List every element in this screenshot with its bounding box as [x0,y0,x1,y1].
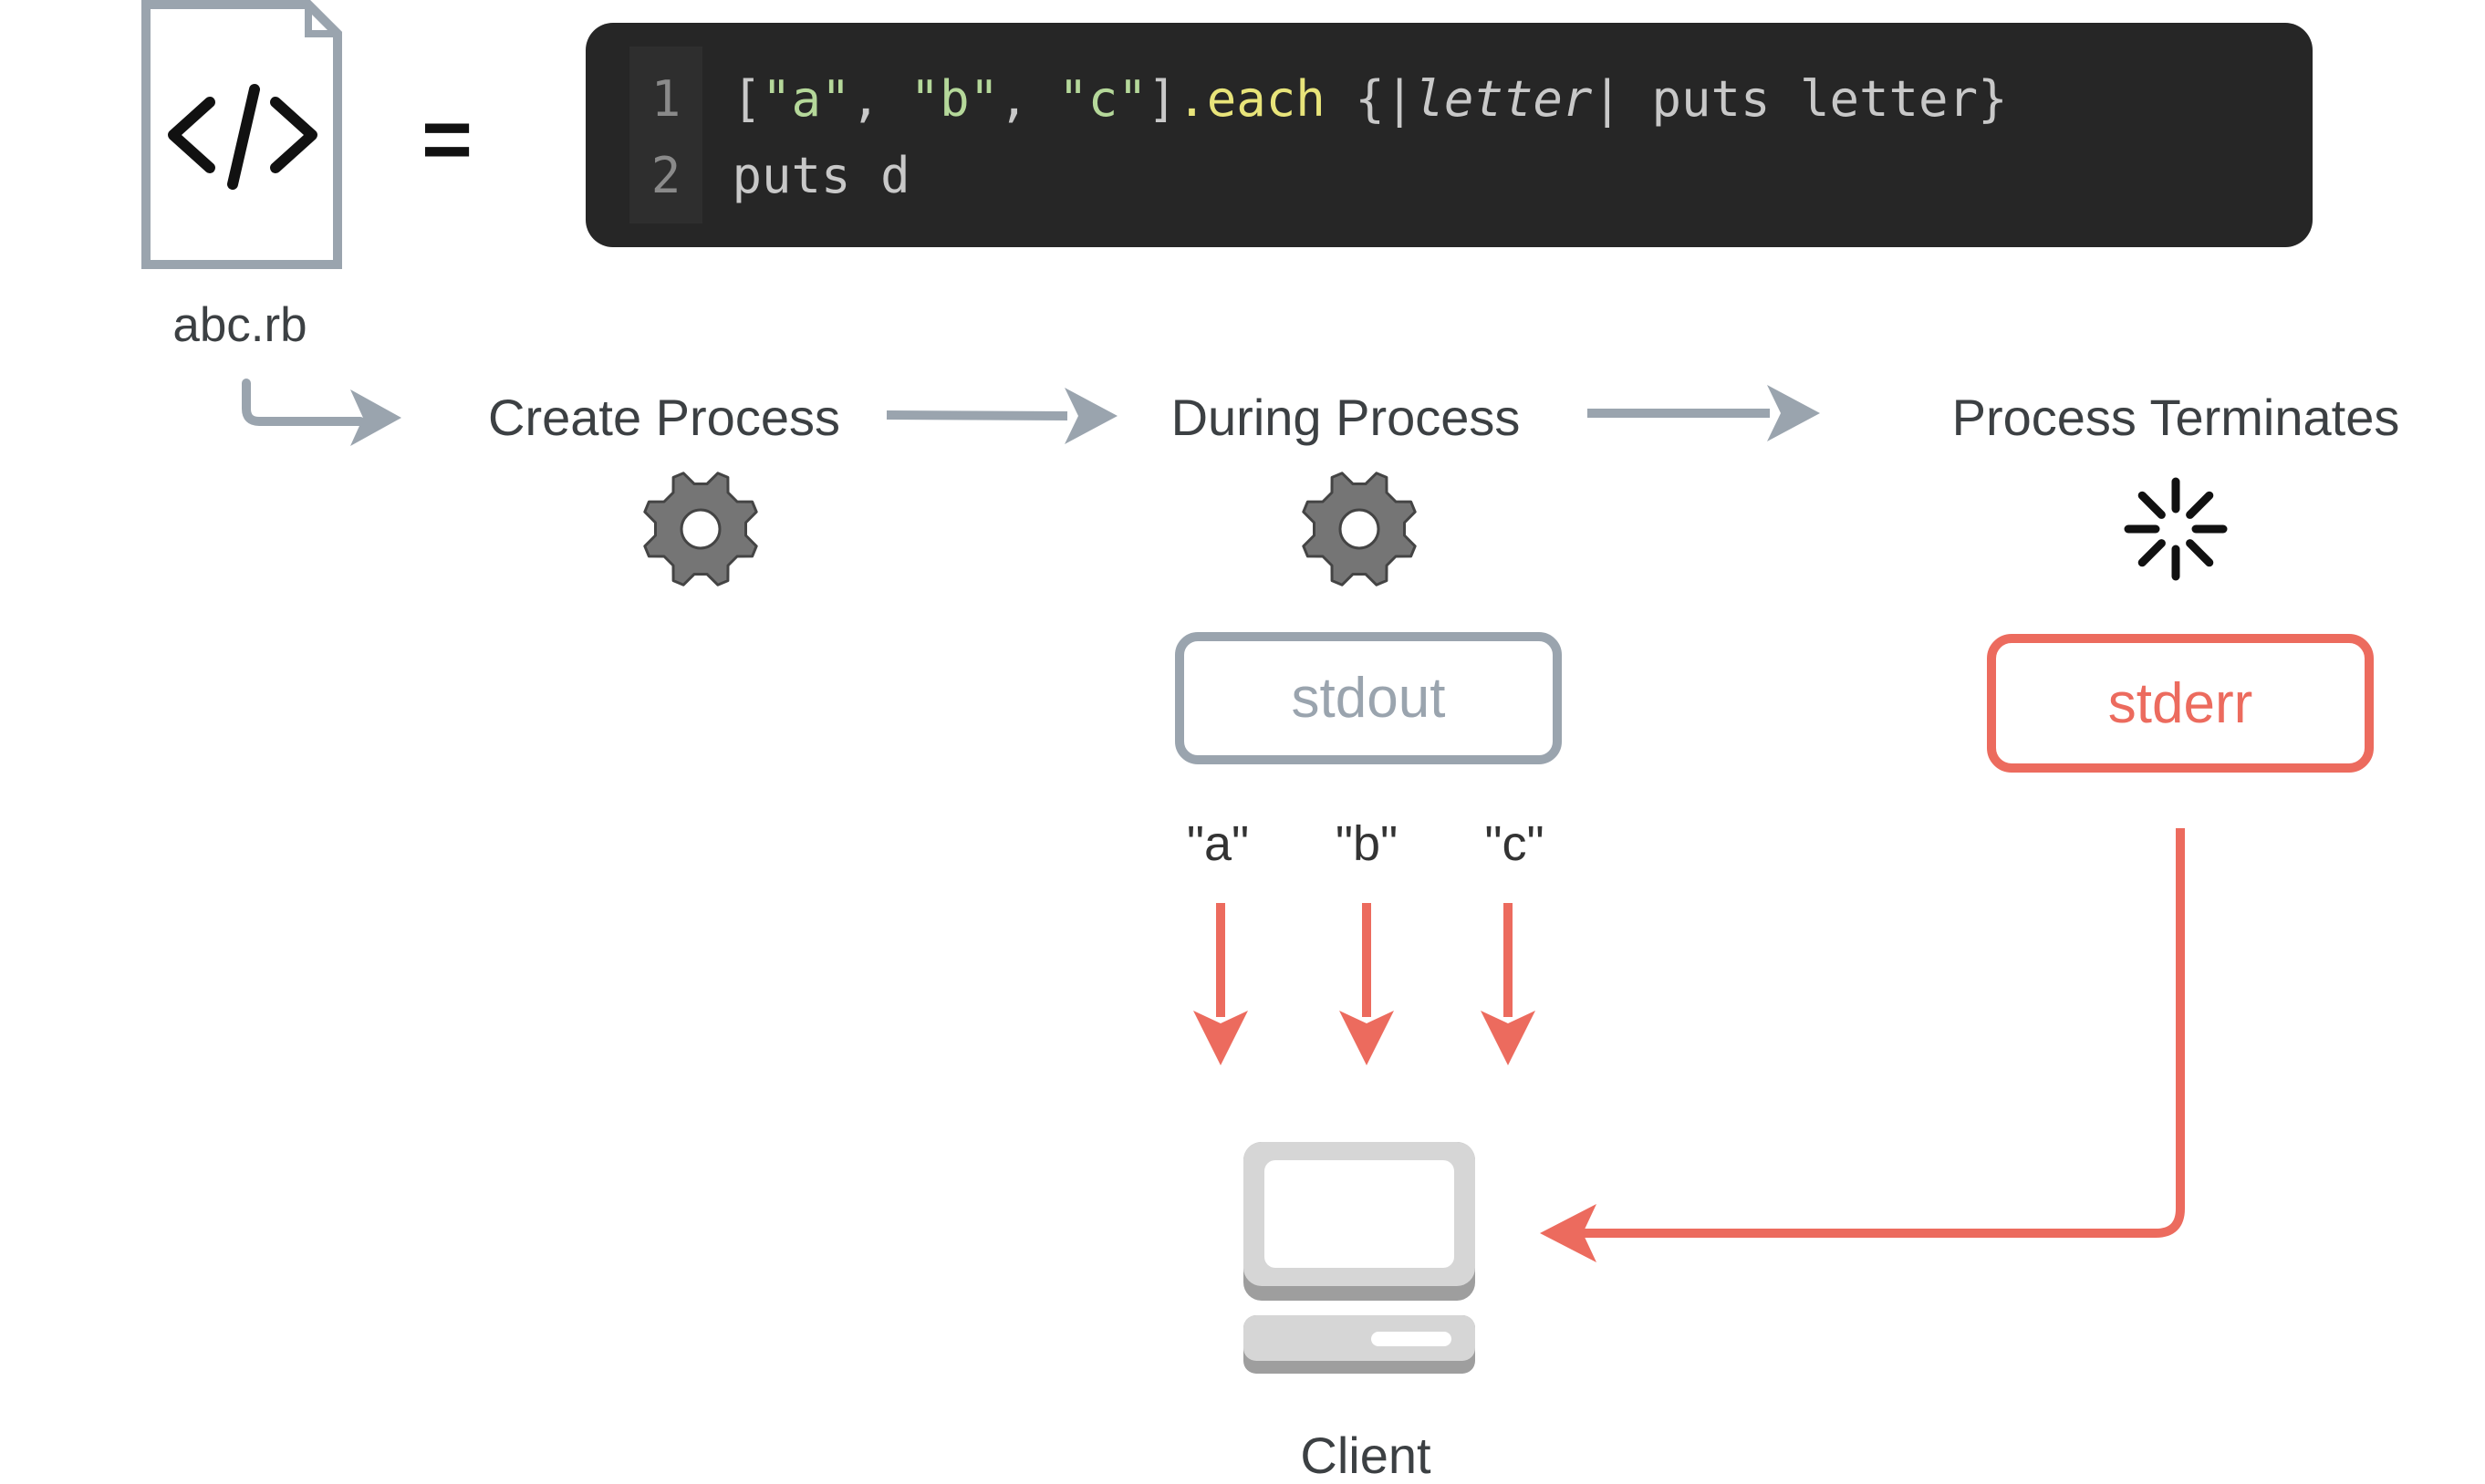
burst-ray [2137,539,2166,567]
gear-icon [643,472,758,586]
code-token: {| [1325,70,1415,128]
burst-icon [2124,477,2228,581]
code-token: letter [1414,70,1593,128]
stdout-output-b: "b" [1335,816,1398,871]
burst-ray [2186,539,2214,567]
stdout-output-a: "a" [1186,816,1250,871]
line-number: 1 [650,70,681,128]
stdout-output-arrow-c [1481,903,1535,1065]
code-file-icon [141,0,342,269]
code-token: [ [732,70,763,128]
step-create-process: Create Process [488,389,840,446]
stdout-output-arrow-b [1339,903,1394,1065]
code-token: | puts letter} [1592,70,2008,128]
file-name-label: abc.rb [172,298,307,352]
computer-icon [1243,1142,1475,1374]
code-token: "a" [762,70,851,128]
code-spacer [702,70,733,128]
code-token: ] [1147,70,1178,128]
step-process-terminates: Process Terminates [1951,389,2400,446]
create-to-during-arrow [886,388,1118,444]
stdout-output-arrow-a [1193,903,1248,1065]
stderr-to-client-arrow [1540,828,2185,1262]
step-during-process: During Process [1170,389,1521,446]
burst-ray [2186,491,2214,519]
client-label: Client [1300,1427,1431,1484]
stdout-label: stdout [1291,667,1446,730]
code-token: , [850,70,910,128]
code-token: , [999,70,1059,128]
code-token: .each [1177,70,1326,128]
code-block: 1 ["a", "b", "c"].each {|letter| puts le… [586,23,2313,247]
equals-sign: = [421,90,473,188]
code-spacer [702,147,733,204]
gear-hole [680,508,722,550]
code-line: 1 ["a", "b", "c"].each {|letter| puts le… [629,75,2008,124]
code-token: "c" [1058,70,1148,128]
code-token: "b" [910,70,1000,128]
during-to-terminates-arrow [1587,385,1820,441]
file-to-create-arrow [242,379,401,446]
code-line: 2 puts d [629,151,910,201]
burst-ray [2137,491,2166,519]
line-number: 2 [650,147,681,204]
code-token: puts d [732,147,910,204]
gear-hole [1338,508,1380,550]
stderr-label: stderr [2107,672,2253,735]
stdout-output-c: "c" [1484,816,1544,871]
gear-icon [1302,472,1417,586]
